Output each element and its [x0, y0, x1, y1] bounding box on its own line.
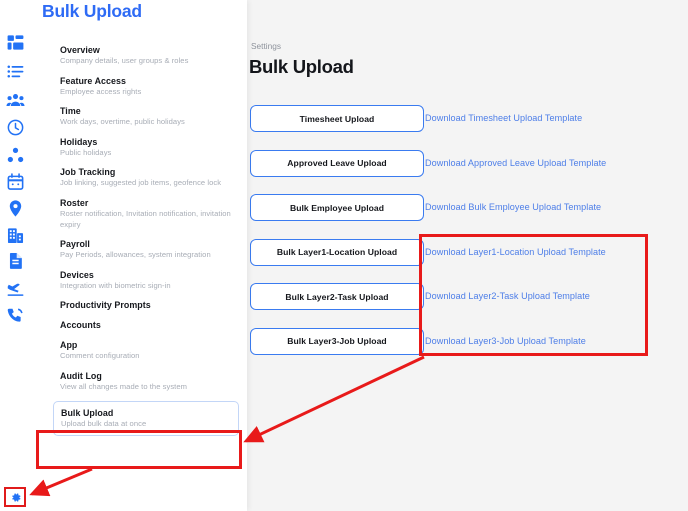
upload-row: Bulk Layer2-Task Upload Download Layer2-T…: [247, 283, 688, 328]
download-template-link-1[interactable]: Download Timesheet Upload Template: [425, 113, 582, 123]
download-template-link-6[interactable]: Download Layer3-Job Upload Template: [425, 336, 586, 346]
calendar-icon[interactable]: [6, 172, 25, 191]
settings-menu-panel: Bulk Upload Overview Company details, use…: [31, 0, 247, 511]
settings-menu-item-bulk-upload[interactable]: Bulk Upload Upload bulk data at once: [53, 400, 239, 437]
plane-departure-icon[interactable]: [6, 279, 25, 298]
menu-item-title: Job Tracking: [60, 167, 116, 178]
menu-item-subtitle: Roster notification, Invitation notifica…: [60, 208, 231, 229]
menu-item-subtitle: Upload bulk data at once: [61, 418, 147, 428]
breadcrumb: Settings: [251, 41, 281, 51]
upload-button-bulk-layer1-location-upload[interactable]: Bulk Layer1-Location Upload: [250, 238, 424, 266]
settings-menu-item-feature-access[interactable]: Feature Access Employee access rights: [60, 75, 248, 98]
upload-button-bulk-layer2-task-upload[interactable]: Bulk Layer2-Task Upload: [250, 283, 424, 310]
upload-row: Timesheet Upload Download Timesheet Uploa…: [247, 105, 688, 150]
settings-menu-item-holidays[interactable]: Holidays Public holidays: [60, 136, 248, 159]
upload-button-bulk-layer3-job-upload[interactable]: Bulk Layer3-Job Upload: [250, 327, 424, 355]
menu-item-subtitle: Integration with biometric sign-in: [60, 280, 171, 290]
download-template-link-2[interactable]: Download Approved Leave Upload Template: [425, 158, 606, 168]
download-template-link-4[interactable]: Download Layer1-Location Upload Template: [425, 247, 606, 257]
menu-item-subtitle: Public holidays: [60, 147, 112, 157]
menu-item-subtitle: Work days, overtime, public holidays: [60, 117, 185, 127]
upload-button-approved-leave-upload[interactable]: Approved Leave Upload: [250, 149, 424, 177]
document-icon[interactable]: [6, 251, 25, 270]
menu-item-subtitle: View all changes made to the system: [60, 381, 187, 391]
gear-icon[interactable]: [9, 491, 22, 504]
settings-menu-item-productivity-prompts[interactable]: Productivity Prompts: [60, 299, 248, 311]
upload-rows-list: Timesheet Upload Download Timesheet Uploa…: [247, 105, 688, 372]
settings-menu-item-time[interactable]: Time Work days, overtime, public holidays: [60, 105, 248, 128]
menu-item-title: Feature Access: [60, 75, 126, 86]
people-group-icon[interactable]: [6, 91, 25, 110]
settings-menu-item-accounts[interactable]: Accounts: [60, 319, 248, 331]
primary-icon-rail: [0, 0, 31, 511]
menu-item-subtitle: Employee access rights: [60, 86, 142, 96]
menu-item-title: Holidays: [60, 136, 98, 147]
phone-call-icon[interactable]: [6, 306, 25, 325]
location-pin-icon[interactable]: [6, 199, 25, 218]
settings-menu-item-payroll[interactable]: Payroll Pay Periods, allowances, system i…: [60, 238, 248, 261]
upload-button-timesheet-upload[interactable]: Timesheet Upload: [250, 105, 424, 132]
upload-row: Bulk Layer3-Job Upload Download Layer3-Jo…: [247, 327, 688, 373]
building-icon[interactable]: [6, 226, 25, 245]
download-template-link-3[interactable]: Download Bulk Employee Upload Template: [425, 202, 601, 212]
list-icon[interactable]: [6, 62, 25, 81]
menu-item-title: App: [60, 340, 78, 351]
settings-menu-item-overview[interactable]: Overview Company details, user groups & r…: [60, 44, 248, 67]
menu-item-title: Productivity Prompts: [60, 300, 151, 311]
settings-menu-item-roster[interactable]: Roster Roster notification, Invitation no…: [60, 197, 248, 230]
main-content-area: Settings Bulk Upload Timesheet Upload Dow…: [247, 0, 688, 511]
settings-menu-item-devices[interactable]: Devices Integration with biometric sign-i…: [60, 269, 248, 292]
clock-icon[interactable]: [6, 118, 25, 137]
hierarchy-dots-icon[interactable]: [6, 146, 25, 165]
upload-row: Bulk Employee Upload Download Bulk Employ…: [247, 194, 688, 239]
gear-icon-highlight-box: [4, 487, 26, 507]
menu-item-title: Bulk Upload: [61, 407, 114, 418]
menu-item-title: Roster: [60, 197, 89, 208]
settings-menu-item-app[interactable]: App Comment configuration: [60, 339, 248, 362]
settings-menu-item-audit-log[interactable]: Audit Log View all changes made to the sy…: [60, 370, 248, 393]
menu-item-title: Payroll: [60, 239, 90, 250]
menu-item-subtitle: Company details, user groups & roles: [60, 56, 189, 65]
bulk-upload-settings-screen: Bulk Upload Overview Company details, use…: [0, 0, 688, 511]
download-template-link-5[interactable]: Download Layer2-Task Upload Template: [425, 291, 590, 301]
menu-item-subtitle: Job linking, suggested job items, geofen…: [60, 178, 222, 188]
menu-item-title: Audit Log: [60, 370, 102, 381]
menu-item-title: Devices: [60, 269, 94, 280]
settings-menu-list: Overview Company details, user groups & r…: [53, 44, 248, 444]
upload-button-bulk-employee-upload[interactable]: Bulk Employee Upload: [250, 194, 424, 221]
menu-item-subtitle: Comment configuration: [60, 351, 140, 361]
page-title: Bulk Upload: [249, 56, 354, 77]
menu-item-title: Time: [60, 106, 81, 117]
menu-item-title: Overview: [60, 45, 100, 55]
upload-row: Approved Leave Upload Download Approved L…: [247, 149, 688, 195]
upload-row: Bulk Layer1-Location Upload Download Laye…: [247, 238, 688, 284]
settings-menu-item-job-tracking[interactable]: Job Tracking Job linking, suggested job i…: [60, 166, 248, 189]
menu-item-title: Accounts: [60, 320, 101, 331]
menu-item-subtitle: Pay Periods, allowances, system integrat…: [60, 250, 211, 260]
settings-panel-title: Bulk Upload: [42, 1, 142, 21]
dashboard-icon[interactable]: [6, 33, 25, 52]
